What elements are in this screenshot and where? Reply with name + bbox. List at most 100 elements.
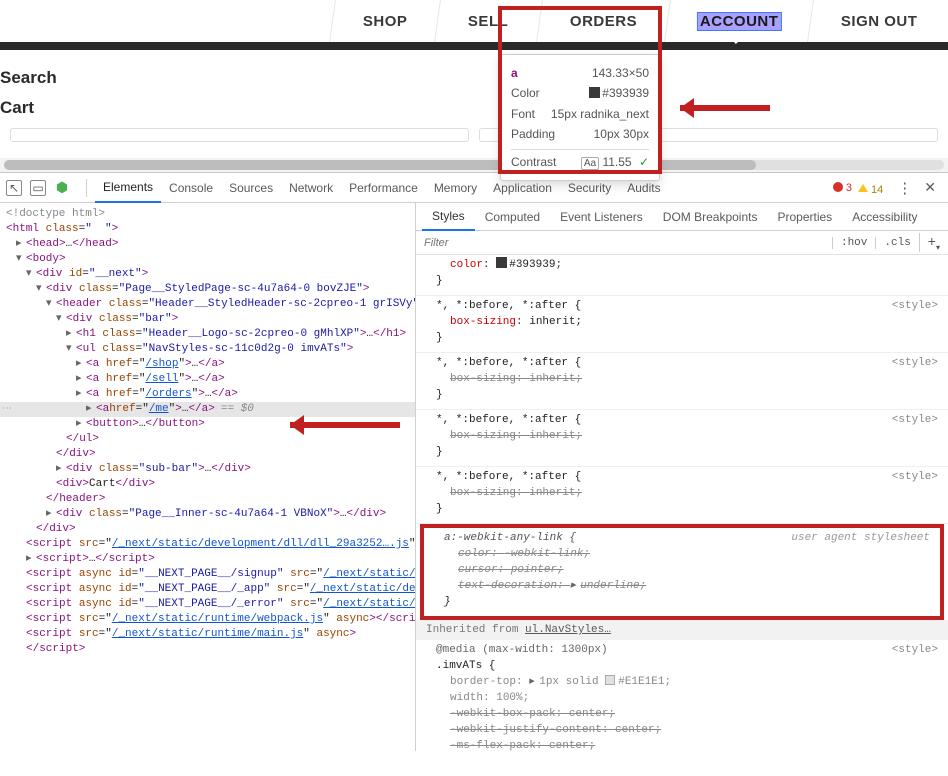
- cart-heading: Cart: [0, 98, 948, 118]
- dom-a-shop[interactable]: <a href="/shop">…</a>: [76, 357, 415, 372]
- horizontal-scrollbar[interactable]: [0, 158, 948, 172]
- dom-script-main[interactable]: <script src="/_next/static/runtime/main.…: [26, 627, 415, 642]
- rule-origin[interactable]: <style>: [892, 469, 938, 485]
- devtools-toolbar: ↖ ▭ ⬢ Elements Console Sources Network P…: [0, 173, 948, 203]
- device-toggle-icon[interactable]: ▭: [30, 180, 46, 196]
- close-icon[interactable]: ✕: [918, 179, 942, 196]
- style-rule-ua[interactable]: user agent stylesheet a:-webkit-any-link…: [424, 528, 940, 616]
- dom-tree-pane[interactable]: <!doctype html> <html class=" "> <head>……: [0, 203, 416, 751]
- dom-doctype[interactable]: <!doctype html>: [6, 207, 415, 222]
- tooltip-contrast-label: Contrast: [511, 152, 556, 172]
- tooltip-tag: a: [511, 63, 518, 83]
- dom-script-webpack[interactable]: <script src="/_next/static/runtime/webpa…: [26, 612, 415, 627]
- annotation-arrow-tooltip: [680, 98, 770, 118]
- style-rule[interactable]: <style> *, *:before, *:after { box-sizin…: [416, 296, 948, 353]
- subtab-computed[interactable]: Computed: [475, 203, 550, 231]
- inherited-header: Inherited from ul.NavStyles…: [416, 620, 948, 640]
- inspect-icon[interactable]: ↖: [6, 180, 22, 196]
- main-nav: SHOP SELL ORDERS ACCOUNT SIGN OUT: [0, 0, 948, 50]
- dom-bar[interactable]: <div class="bar">: [56, 312, 415, 327]
- tab-network[interactable]: Network: [281, 173, 341, 203]
- contrast-aa-icon: Aa: [581, 157, 599, 170]
- dom-script-err[interactable]: <script async id="__NEXT_PAGE__/_error" …: [26, 597, 415, 612]
- inherited-from-link[interactable]: ul.NavStyles…: [525, 624, 611, 636]
- styles-pane: Styles Computed Event Listeners DOM Brea…: [416, 203, 948, 751]
- style-rule[interactable]: color: #393939; }: [416, 255, 948, 296]
- check-icon: ✓: [639, 155, 649, 169]
- devtools-panel: ↖ ▭ ⬢ Elements Console Sources Network P…: [0, 172, 948, 751]
- nav-orders[interactable]: ORDERS: [536, 0, 670, 42]
- dom-next[interactable]: <div id="__next">: [26, 267, 415, 282]
- dom-script-signup[interactable]: <script async id="__NEXT_PAGE__/signup" …: [26, 567, 415, 582]
- nav-sell[interactable]: SELL: [435, 0, 542, 42]
- dom-styledpage[interactable]: <div class="Page__StyledPage-sc-4u7a64-0…: [36, 282, 415, 297]
- subtab-styles[interactable]: Styles: [422, 203, 475, 231]
- tooltip-padding-label: Padding: [511, 124, 555, 144]
- dom-header[interactable]: <header class="Header__StyledHeader-sc-2…: [46, 297, 415, 312]
- styles-subtabs: Styles Computed Event Listeners DOM Brea…: [416, 203, 948, 231]
- rule-origin[interactable]: <style>: [892, 298, 938, 314]
- search-heading: Search: [0, 68, 948, 88]
- dom-a-orders[interactable]: <a href="/orders">…</a>: [76, 387, 415, 402]
- page-preview: SHOP SELL ORDERS ACCOUNT SIGN OUT a 143.…: [0, 0, 948, 172]
- dom-head[interactable]: <head>…</head>: [16, 237, 415, 252]
- tooltip-font-value: 15px radnika_next: [551, 104, 649, 124]
- dom-header-close[interactable]: </header>: [46, 492, 415, 507]
- subtab-accessibility[interactable]: Accessibility: [842, 203, 927, 231]
- style-rule[interactable]: <style> *, *:before, *:after { box-sizin…: [416, 410, 948, 467]
- error-count[interactable]: 3: [833, 182, 852, 194]
- annotation-arrow-dom: [290, 415, 400, 435]
- rule-origin[interactable]: <style>: [892, 412, 938, 428]
- dom-body[interactable]: <body>: [16, 252, 415, 267]
- dom-html[interactable]: <html class=" ">: [6, 222, 415, 237]
- tooltip-color-value: #393939: [589, 83, 649, 103]
- tab-elements[interactable]: Elements: [95, 173, 161, 203]
- nav-account[interactable]: ACCOUNT: [664, 0, 813, 42]
- dom-a-sell[interactable]: <a href="/sell">…</a>: [76, 372, 415, 387]
- rule-origin[interactable]: <style>: [892, 355, 938, 371]
- dom-cart[interactable]: <div>Cart</div>: [56, 477, 415, 492]
- styles-filter-input[interactable]: [416, 231, 832, 254]
- dom-script-app[interactable]: <script async id="__NEXT_PAGE__/_app" sr…: [26, 582, 415, 597]
- cls-toggle[interactable]: .cls: [875, 237, 918, 249]
- subtab-event-listeners[interactable]: Event Listeners: [550, 203, 653, 231]
- dom-h1[interactable]: <h1 class="Header__Logo-sc-2cpreo-0 gMhl…: [66, 327, 415, 342]
- tooltip-padding-value: 10px 30px: [594, 124, 649, 144]
- inspector-tooltip: a 143.33×50 Color #393939 Font 15px radn…: [500, 54, 660, 181]
- tab-sources[interactable]: Sources: [221, 173, 281, 203]
- tab-console[interactable]: Console: [161, 173, 221, 203]
- tooltip-color-label: Color: [511, 83, 540, 103]
- style-rule[interactable]: <style> @media (max-width: 1300px) .imvA…: [416, 640, 948, 751]
- subtab-dom-breakpoints[interactable]: DOM Breakpoints: [653, 203, 768, 231]
- annotation-box-ua-rule: user agent stylesheet a:-webkit-any-link…: [420, 524, 944, 620]
- tab-performance[interactable]: Performance: [341, 173, 426, 203]
- warning-count[interactable]: 14: [858, 179, 883, 196]
- dom-div-close[interactable]: </div>: [56, 447, 415, 462]
- dom-subbar[interactable]: <div class="sub-bar">…</div>: [56, 462, 415, 477]
- content-card: [10, 128, 469, 142]
- tooltip-font-label: Font: [511, 104, 535, 124]
- dom-script[interactable]: <script>…</script>: [26, 552, 415, 567]
- kebab-menu-icon[interactable]: ⋮: [891, 179, 918, 197]
- dom-inner[interactable]: <div class="Page__Inner-sc-4u7a64-1 VBNo…: [46, 507, 415, 522]
- dom-ul[interactable]: <ul class="NavStyles-sc-11c0d2g-0 imvATs…: [66, 342, 415, 357]
- rule-origin[interactable]: <style>: [892, 642, 938, 658]
- subtab-properties[interactable]: Properties: [767, 203, 842, 231]
- dom-div-close[interactable]: </div>: [36, 522, 415, 537]
- style-rule[interactable]: <style> *, *:before, *:after { box-sizin…: [416, 467, 948, 524]
- styles-filter-row: :hov .cls +▾: [416, 231, 948, 255]
- color-swatch-icon: [605, 675, 615, 685]
- nav-shop[interactable]: SHOP: [329, 0, 440, 42]
- dom-script-dll[interactable]: <script src="/_next/static/development/d…: [26, 537, 415, 552]
- nav-signout[interactable]: SIGN OUT: [808, 0, 948, 42]
- tooltip-size: 143.33×50: [592, 63, 649, 83]
- style-rule[interactable]: <style> *, *:before, *:after { box-sizin…: [416, 353, 948, 410]
- tab-memory[interactable]: Memory: [426, 173, 485, 203]
- tooltip-contrast-value: Aa 11.55 ✓: [581, 152, 649, 172]
- dom-script-close[interactable]: </script>: [26, 642, 415, 657]
- styles-rules[interactable]: color: #393939; } <style> *, *:before, *…: [416, 255, 948, 751]
- color-swatch-icon: [589, 87, 600, 98]
- node-icon[interactable]: ⬢: [54, 180, 70, 196]
- new-rule-icon[interactable]: +▾: [919, 233, 948, 252]
- hov-toggle[interactable]: :hov: [832, 237, 875, 249]
